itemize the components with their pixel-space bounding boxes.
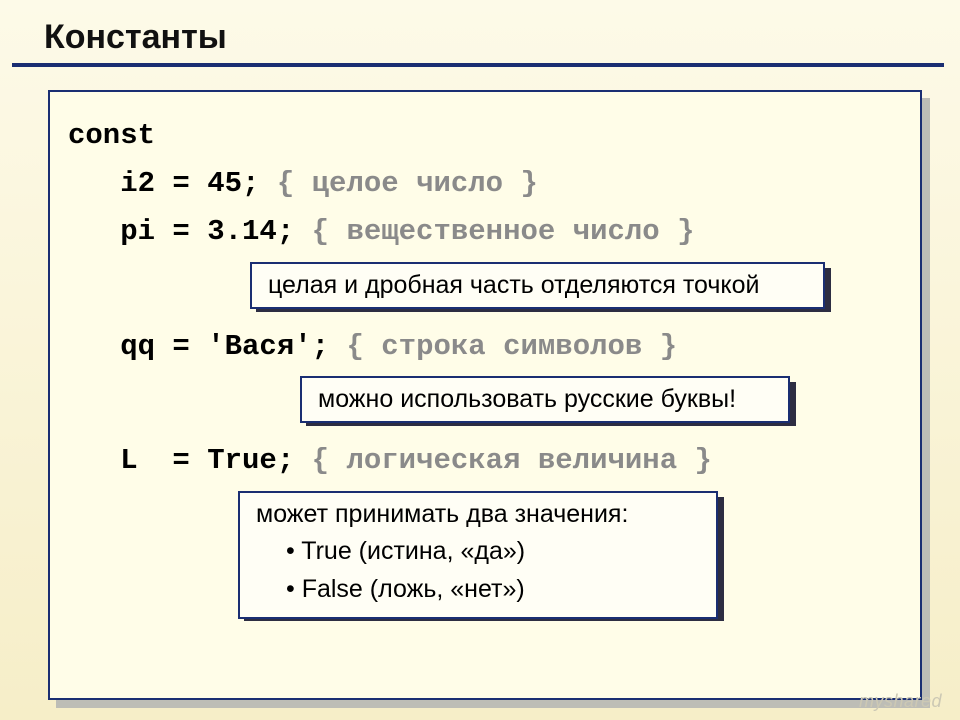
comment-string: { строка символов } [346,330,677,363]
callout-float-text: целая и дробная часть отделяются точкой [268,271,760,299]
callout-string-text: можно использовать русские буквы! [318,385,736,413]
code-float: pi = 3.14; [68,215,312,248]
code-keyword: const [68,112,902,160]
callout-float-note: целая и дробная часть отделяются точкой [250,262,825,309]
comment-float: { вещественное число } [312,215,695,248]
comment-bool: { логическая величина } [312,444,712,477]
callout-bool-note: может принимать два значения: True (исти… [238,491,718,619]
code-line-int: i2 = 45; { целое число } [68,160,902,208]
callout-bool-true: True (истина, «да») [256,533,700,571]
watermark: myshared [859,691,942,712]
title-underline [12,63,944,67]
callout-bool-false: False (ложь, «нет») [256,571,700,609]
code-line-string: qq = 'Вася'; { строка символов } [68,323,902,371]
code-box: const i2 = 45; { целое число } pi = 3.14… [48,90,922,700]
code-int: i2 = 45; [68,167,277,200]
code-bool: L = True; [68,444,312,477]
comment-int: { целое число } [277,167,538,200]
callout-bool-head: может принимать два значения: [256,500,700,529]
page-title: Константы [0,0,960,63]
code-line-bool: L = True; { логическая величина } [68,437,902,485]
code-string: qq = 'Вася'; [68,330,346,363]
callout-string-note: можно использовать русские буквы! [300,376,790,423]
code-line-float: pi = 3.14; { вещественное число } [68,208,902,256]
